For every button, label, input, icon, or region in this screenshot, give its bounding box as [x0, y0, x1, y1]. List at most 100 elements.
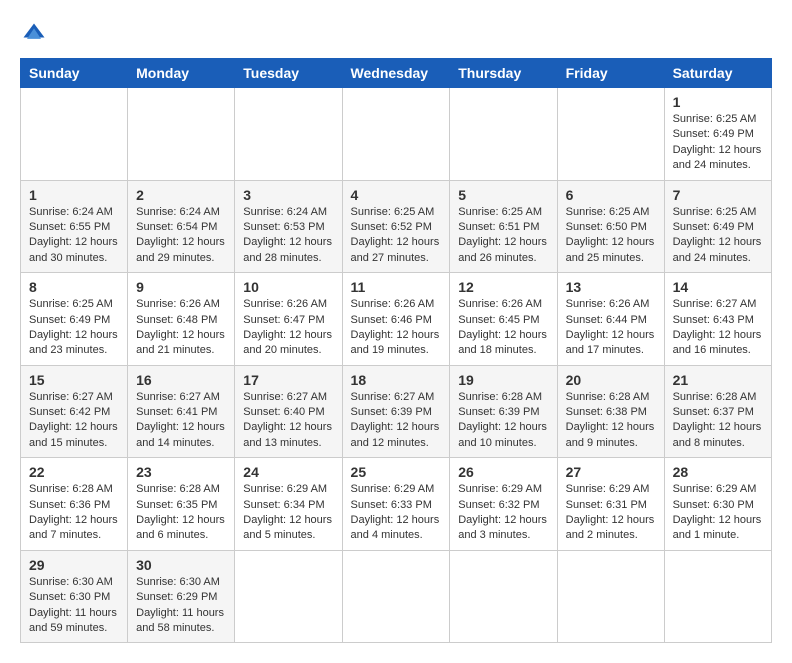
- calendar-week-6: 29Sunrise: 6:30 AMSunset: 6:30 PMDayligh…: [21, 550, 772, 643]
- day-info: Sunrise: 6:24 AMSunset: 6:54 PMDaylight:…: [136, 205, 226, 267]
- calendar-cell: 29Sunrise: 6:30 AMSunset: 6:30 PMDayligh…: [21, 550, 128, 643]
- calendar-cell: 3 Sunrise: 6:24 AMSunset: 6:53 PMDaylight…: [235, 180, 342, 273]
- day-number: 1: [673, 94, 763, 110]
- day-header-sunday: Sunday: [21, 59, 128, 88]
- calendar-week-4: 15Sunrise: 6:27 AMSunset: 6:42 PMDayligh…: [21, 365, 772, 458]
- calendar-cell: 20Sunrise: 6:28 AMSunset: 6:38 PMDayligh…: [557, 365, 664, 458]
- calendar-cell: [235, 88, 342, 181]
- logo-icon: [20, 20, 48, 48]
- day-info: Sunrise: 6:29 AMSunset: 6:31 PMDaylight:…: [566, 482, 656, 544]
- calendar-cell: 24 Sunrise: 6:29 AMSunset: 6:34 PMDayligh…: [235, 458, 342, 551]
- calendar-cell: 22 Sunrise: 6:28 AMSunset: 6:36 PMDayligh…: [21, 458, 128, 551]
- day-header-tuesday: Tuesday: [235, 59, 342, 88]
- day-number: 21: [673, 372, 763, 388]
- calendar-table: SundayMondayTuesdayWednesdayThursdayFrid…: [20, 58, 772, 643]
- calendar-cell: 1Sunrise: 6:24 AMSunset: 6:55 PMDaylight…: [21, 180, 128, 273]
- day-info: Sunrise: 6:28 AMSunset: 6:35 PMDaylight:…: [136, 482, 226, 544]
- calendar-week-3: 8 Sunrise: 6:25 AMSunset: 6:49 PMDaylight…: [21, 273, 772, 366]
- day-number: 13: [566, 279, 656, 295]
- day-info: Sunrise: 6:25 AMSunset: 6:52 PMDaylight:…: [351, 205, 442, 267]
- calendar-cell: 8 Sunrise: 6:25 AMSunset: 6:49 PMDaylight…: [21, 273, 128, 366]
- calendar-cell: 9 Sunrise: 6:26 AMSunset: 6:48 PMDaylight…: [128, 273, 235, 366]
- day-number: 9: [136, 279, 226, 295]
- day-info: Sunrise: 6:24 AMSunset: 6:55 PMDaylight:…: [29, 205, 119, 267]
- day-info: Sunrise: 6:25 AMSunset: 6:49 PMDaylight:…: [673, 205, 763, 267]
- day-number: 14: [673, 279, 763, 295]
- day-header-monday: Monday: [128, 59, 235, 88]
- day-number: 11: [351, 279, 442, 295]
- calendar-cell: 2 Sunrise: 6:24 AMSunset: 6:54 PMDaylight…: [128, 180, 235, 273]
- day-info: Sunrise: 6:30 AMSunset: 6:29 PMDaylight:…: [136, 575, 226, 637]
- calendar-week-5: 22 Sunrise: 6:28 AMSunset: 6:36 PMDayligh…: [21, 458, 772, 551]
- day-info: Sunrise: 6:29 AMSunset: 6:32 PMDaylight:…: [458, 482, 548, 544]
- day-header-saturday: Saturday: [664, 59, 771, 88]
- calendar-cell: 13Sunrise: 6:26 AMSunset: 6:44 PMDayligh…: [557, 273, 664, 366]
- day-info: Sunrise: 6:28 AMSunset: 6:36 PMDaylight:…: [29, 482, 119, 544]
- day-number: 4: [351, 187, 442, 203]
- calendar-cell: [128, 88, 235, 181]
- calendar-cell: 25Sunrise: 6:29 AMSunset: 6:33 PMDayligh…: [342, 458, 450, 551]
- calendar-cell: 16Sunrise: 6:27 AMSunset: 6:41 PMDayligh…: [128, 365, 235, 458]
- calendar-cell: 7Sunrise: 6:25 AMSunset: 6:49 PMDaylight…: [664, 180, 771, 273]
- day-number: 28: [673, 464, 763, 480]
- day-info: Sunrise: 6:27 AMSunset: 6:42 PMDaylight:…: [29, 390, 119, 452]
- day-info: Sunrise: 6:29 AMSunset: 6:30 PMDaylight:…: [673, 482, 763, 544]
- calendar-cell: 6Sunrise: 6:25 AMSunset: 6:50 PMDaylight…: [557, 180, 664, 273]
- day-number: 26: [458, 464, 548, 480]
- calendar-week-2: 1Sunrise: 6:24 AMSunset: 6:55 PMDaylight…: [21, 180, 772, 273]
- calendar-cell: [450, 88, 557, 181]
- calendar-cell: [557, 88, 664, 181]
- day-number: 27: [566, 464, 656, 480]
- calendar-cell: [664, 550, 771, 643]
- day-info: Sunrise: 6:25 AMSunset: 6:51 PMDaylight:…: [458, 205, 548, 267]
- day-number: 18: [351, 372, 442, 388]
- day-info: Sunrise: 6:27 AMSunset: 6:39 PMDaylight:…: [351, 390, 442, 452]
- day-info: Sunrise: 6:27 AMSunset: 6:41 PMDaylight:…: [136, 390, 226, 452]
- day-info: Sunrise: 6:26 AMSunset: 6:47 PMDaylight:…: [243, 297, 333, 359]
- calendar-cell: 23 Sunrise: 6:28 AMSunset: 6:35 PMDayligh…: [128, 458, 235, 551]
- calendar-cell: 10Sunrise: 6:26 AMSunset: 6:47 PMDayligh…: [235, 273, 342, 366]
- calendar-cell: 19 Sunrise: 6:28 AMSunset: 6:39 PMDayligh…: [450, 365, 557, 458]
- day-number: 22: [29, 464, 119, 480]
- calendar-cell: 14 Sunrise: 6:27 AMSunset: 6:43 PMDayligh…: [664, 273, 771, 366]
- day-number: 2: [136, 187, 226, 203]
- day-number: 24: [243, 464, 333, 480]
- calendar-cell: 21Sunrise: 6:28 AMSunset: 6:37 PMDayligh…: [664, 365, 771, 458]
- day-number: 5: [458, 187, 548, 203]
- calendar-cell: 4 Sunrise: 6:25 AMSunset: 6:52 PMDaylight…: [342, 180, 450, 273]
- day-info: Sunrise: 6:25 AMSunset: 6:49 PMDaylight:…: [29, 297, 119, 359]
- day-info: Sunrise: 6:29 AMSunset: 6:33 PMDaylight:…: [351, 482, 442, 544]
- day-number: 8: [29, 279, 119, 295]
- calendar-cell: [557, 550, 664, 643]
- logo: [20, 20, 52, 48]
- day-number: 12: [458, 279, 548, 295]
- day-info: Sunrise: 6:27 AMSunset: 6:43 PMDaylight:…: [673, 297, 763, 359]
- calendar-cell: 5 Sunrise: 6:25 AMSunset: 6:51 PMDaylight…: [450, 180, 557, 273]
- calendar-cell: [342, 550, 450, 643]
- day-info: Sunrise: 6:28 AMSunset: 6:38 PMDaylight:…: [566, 390, 656, 452]
- calendar-cell: 26 Sunrise: 6:29 AMSunset: 6:32 PMDayligh…: [450, 458, 557, 551]
- day-number: 3: [243, 187, 333, 203]
- calendar-cell: 28 Sunrise: 6:29 AMSunset: 6:30 PMDayligh…: [664, 458, 771, 551]
- day-number: 23: [136, 464, 226, 480]
- calendar-header-row: SundayMondayTuesdayWednesdayThursdayFrid…: [21, 59, 772, 88]
- day-info: Sunrise: 6:25 AMSunset: 6:49 PMDaylight:…: [673, 112, 763, 174]
- day-info: Sunrise: 6:29 AMSunset: 6:34 PMDaylight:…: [243, 482, 333, 544]
- day-info: Sunrise: 6:24 AMSunset: 6:53 PMDaylight:…: [243, 205, 333, 267]
- calendar-cell: [450, 550, 557, 643]
- day-header-wednesday: Wednesday: [342, 59, 450, 88]
- calendar-cell: [235, 550, 342, 643]
- day-info: Sunrise: 6:28 AMSunset: 6:39 PMDaylight:…: [458, 390, 548, 452]
- calendar-cell: [342, 88, 450, 181]
- day-number: 19: [458, 372, 548, 388]
- day-info: Sunrise: 6:26 AMSunset: 6:46 PMDaylight:…: [351, 297, 442, 359]
- day-number: 6: [566, 187, 656, 203]
- calendar-cell: 17Sunrise: 6:27 AMSunset: 6:40 PMDayligh…: [235, 365, 342, 458]
- day-info: Sunrise: 6:26 AMSunset: 6:48 PMDaylight:…: [136, 297, 226, 359]
- calendar-cell: 11 Sunrise: 6:26 AMSunset: 6:46 PMDayligh…: [342, 273, 450, 366]
- day-header-thursday: Thursday: [450, 59, 557, 88]
- day-number: 17: [243, 372, 333, 388]
- calendar-cell: 1 Sunrise: 6:25 AMSunset: 6:49 PMDaylight…: [664, 88, 771, 181]
- day-header-friday: Friday: [557, 59, 664, 88]
- calendar-cell: 30Sunrise: 6:30 AMSunset: 6:29 PMDayligh…: [128, 550, 235, 643]
